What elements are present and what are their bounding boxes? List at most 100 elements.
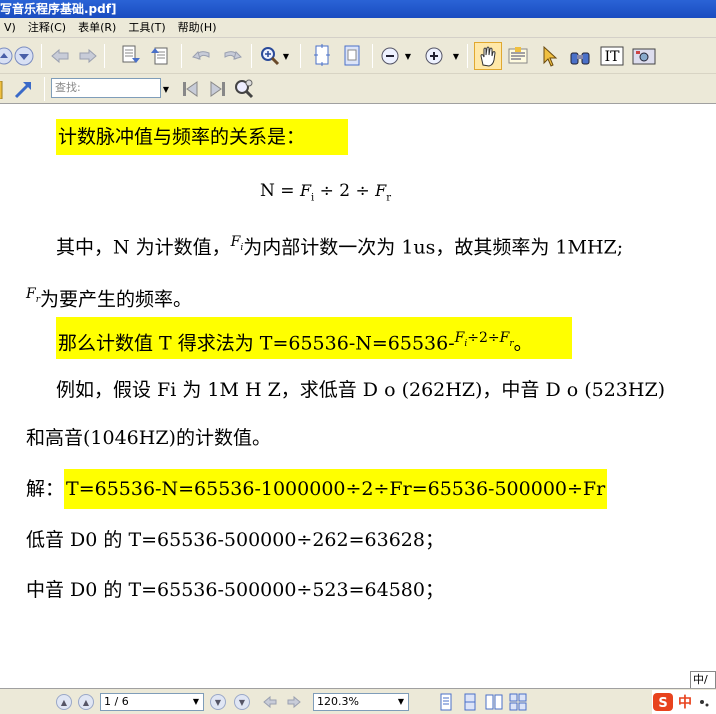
text-solution-formula: T=65536-N=65536-1000000÷2÷Fr=65536-50000…	[64, 469, 608, 509]
page-up-icon[interactable]	[148, 44, 172, 68]
zoom-level-text: 120.3%	[317, 695, 359, 708]
forward-arrow-icon[interactable]	[76, 44, 100, 68]
next-page-circle-icon[interactable]	[12, 44, 36, 68]
page-number-field[interactable]: 1 / 6 ▼	[100, 693, 204, 711]
text-relation-heading: 计数脉冲值与频率的关系是：	[58, 126, 306, 148]
sogou-logo-icon: S	[652, 692, 674, 712]
find-input-placeholder: 查找:	[55, 81, 81, 94]
toolbar-separator	[251, 44, 252, 68]
find-next-icon[interactable]	[206, 77, 230, 101]
undo-icon[interactable]	[190, 44, 214, 68]
inline-fi-symbol: Fi	[230, 234, 244, 253]
find-previous-icon[interactable]	[178, 77, 202, 101]
punctuation-mode-icon[interactable]	[698, 696, 710, 708]
menu-bar: V) 注释(C) 表单(R) 工具(T) 帮助(H)	[0, 18, 716, 38]
text-mid-do: 中音 D0 的 T=65536-500000÷523=64580；	[26, 579, 444, 601]
text-example-cont: 和高音(1046HZ)的计数值。	[26, 427, 271, 449]
search-magnifier-icon[interactable]	[232, 77, 256, 101]
continuous-layout-icon[interactable]	[458, 690, 482, 714]
select-text-icon[interactable]	[506, 44, 530, 68]
zoom-in-icon[interactable]	[422, 44, 446, 68]
paragraph-solution: 解： T=65536-N=65536-1000000÷2÷Fr=65536-500…	[26, 469, 608, 509]
bookmark-tab-icon[interactable]	[0, 78, 6, 102]
text-solution-label: 解：	[26, 478, 65, 500]
formula-n: N = Fi ÷ 2 ÷ Fr	[260, 177, 391, 205]
svg-text:S: S	[658, 696, 667, 711]
menu-comments[interactable]: 注释(C)	[24, 18, 74, 38]
secondary-toolbar: 查找: ▼	[0, 74, 716, 104]
formula-n-prefix: N =	[260, 181, 300, 201]
fit-page-icon[interactable]	[340, 44, 364, 68]
formula-fr: F	[375, 181, 387, 200]
page-number-text: 1 / 6	[104, 695, 129, 708]
text-where-a: 其中，N 为计数值，	[56, 236, 231, 259]
zoom-in-magnifier-icon[interactable]	[258, 44, 282, 68]
redo-icon[interactable]	[220, 44, 244, 68]
zoom-in-dropdown-icon[interactable]: ▼	[452, 44, 460, 68]
menu-forms[interactable]: 表单(R)	[74, 18, 124, 38]
text-example: 例如，假设 Fi 为 1M H Z，求低音 D o (262HZ)，中音 D o…	[56, 379, 666, 401]
inline-fi-symbol-2: Fi	[454, 330, 468, 349]
continuous-facing-layout-icon[interactable]	[506, 690, 530, 714]
first-page-icon[interactable]: ▲	[56, 694, 72, 710]
find-options-dropdown-icon[interactable]: ▼	[162, 77, 170, 101]
paragraph-example-cont: 和高音(1046HZ)的计数值。	[26, 423, 271, 453]
paragraph-mid-do: 中音 D0 的 T=65536-500000÷523=64580；	[26, 575, 444, 605]
text-t-formula-end: 。	[513, 332, 533, 355]
formula-fr-sub: r	[386, 192, 392, 204]
hand-tool-icon[interactable]	[474, 42, 502, 70]
ime-mode-label[interactable]: 中	[678, 692, 692, 712]
ime-tooltip-text: 中/	[693, 673, 708, 686]
next-page-icon[interactable]: ▼	[210, 694, 226, 710]
actual-size-icon[interactable]	[310, 44, 334, 68]
ime-tooltip: 中/	[690, 671, 716, 689]
select-arrow-icon[interactable]	[538, 44, 562, 68]
zoom-out-dropdown-icon[interactable]: ▼	[404, 44, 412, 68]
status-bar: ▲ ▲ 1 / 6 ▼ ▼ ▼ 120.3% ▼	[0, 688, 716, 714]
text-where-b: 为内部计数一次为 1us，故其频率为 1MHZ;	[243, 236, 624, 259]
prev-page-icon[interactable]: ▲	[78, 694, 94, 710]
page-down-icon[interactable]	[118, 44, 142, 68]
zoom-tool-dropdown-icon[interactable]: ▼	[282, 44, 290, 68]
svg-text:IT: IT	[605, 49, 621, 65]
text-t-formula: 那么计数值 T 得求法为 T=65536-N=65536-	[58, 332, 455, 355]
last-page-icon[interactable]: ▼	[234, 694, 250, 710]
paragraph-example: 例如，假设 Fi 为 1M H Z，求低音 D o (262HZ)，中音 D o…	[56, 375, 665, 405]
inline-divide: ÷2÷	[467, 330, 500, 346]
ime-indicator[interactable]: S 中	[652, 690, 716, 714]
search-web-arrow-icon[interactable]	[12, 77, 36, 101]
document-view[interactable]: 计数脉冲值与频率的关系是： N = Fi ÷ 2 ÷ Fr 其中，N 为计数值，…	[0, 105, 716, 688]
paragraph-t-formula: 那么计数值 T 得求法为 T=65536-N=65536-Fi÷2÷Fr。	[56, 317, 572, 359]
paragraph-low-do: 低音 D0 的 T=65536-500000÷262=63628；	[26, 525, 444, 555]
toolbar-separator	[300, 44, 301, 68]
menu-view[interactable]: V)	[0, 18, 24, 38]
zoom-out-icon[interactable]	[378, 44, 402, 68]
back-arrow-icon[interactable]	[48, 44, 72, 68]
text-low-do: 低音 D0 的 T=65536-500000÷262=63628；	[26, 529, 444, 551]
zoom-dropdown-icon[interactable]: ▼	[395, 695, 407, 709]
toolbar-separator	[104, 44, 105, 68]
main-toolbar: ▼ ▼ ▼ IT	[0, 38, 716, 74]
menu-tools[interactable]: 工具(T)	[124, 18, 173, 38]
window-title-bar: 写音乐程序基础.pdf]	[0, 0, 716, 18]
page-dropdown-icon[interactable]: ▼	[190, 695, 202, 709]
find-input[interactable]: 查找:	[51, 78, 161, 98]
paragraph-relation-heading: 计数脉冲值与频率的关系是：	[56, 119, 348, 155]
formula-fi: F	[299, 181, 312, 200]
inline-fr-symbol-2: Fr	[499, 330, 514, 349]
formula-mid: ÷ 2 ÷	[314, 181, 376, 201]
zoom-level-field[interactable]: 120.3% ▼	[313, 693, 409, 711]
history-forward-icon[interactable]	[282, 690, 306, 714]
menu-help[interactable]: 帮助(H)	[174, 18, 225, 38]
paragraph-fr-desc: Fr为要产生的频率。	[26, 279, 192, 310]
toolbar-separator	[44, 77, 45, 101]
snapshot-camera-icon[interactable]	[632, 44, 656, 68]
toolbar-separator	[181, 44, 182, 68]
find-binoculars-icon[interactable]	[568, 44, 592, 68]
inline-fr-symbol: Fr	[26, 286, 41, 305]
text-touchup-icon[interactable]: IT	[600, 44, 624, 68]
history-back-icon[interactable]	[258, 690, 282, 714]
facing-layout-icon[interactable]	[482, 690, 506, 714]
single-page-layout-icon[interactable]	[434, 690, 458, 714]
toolbar-separator	[41, 44, 42, 68]
